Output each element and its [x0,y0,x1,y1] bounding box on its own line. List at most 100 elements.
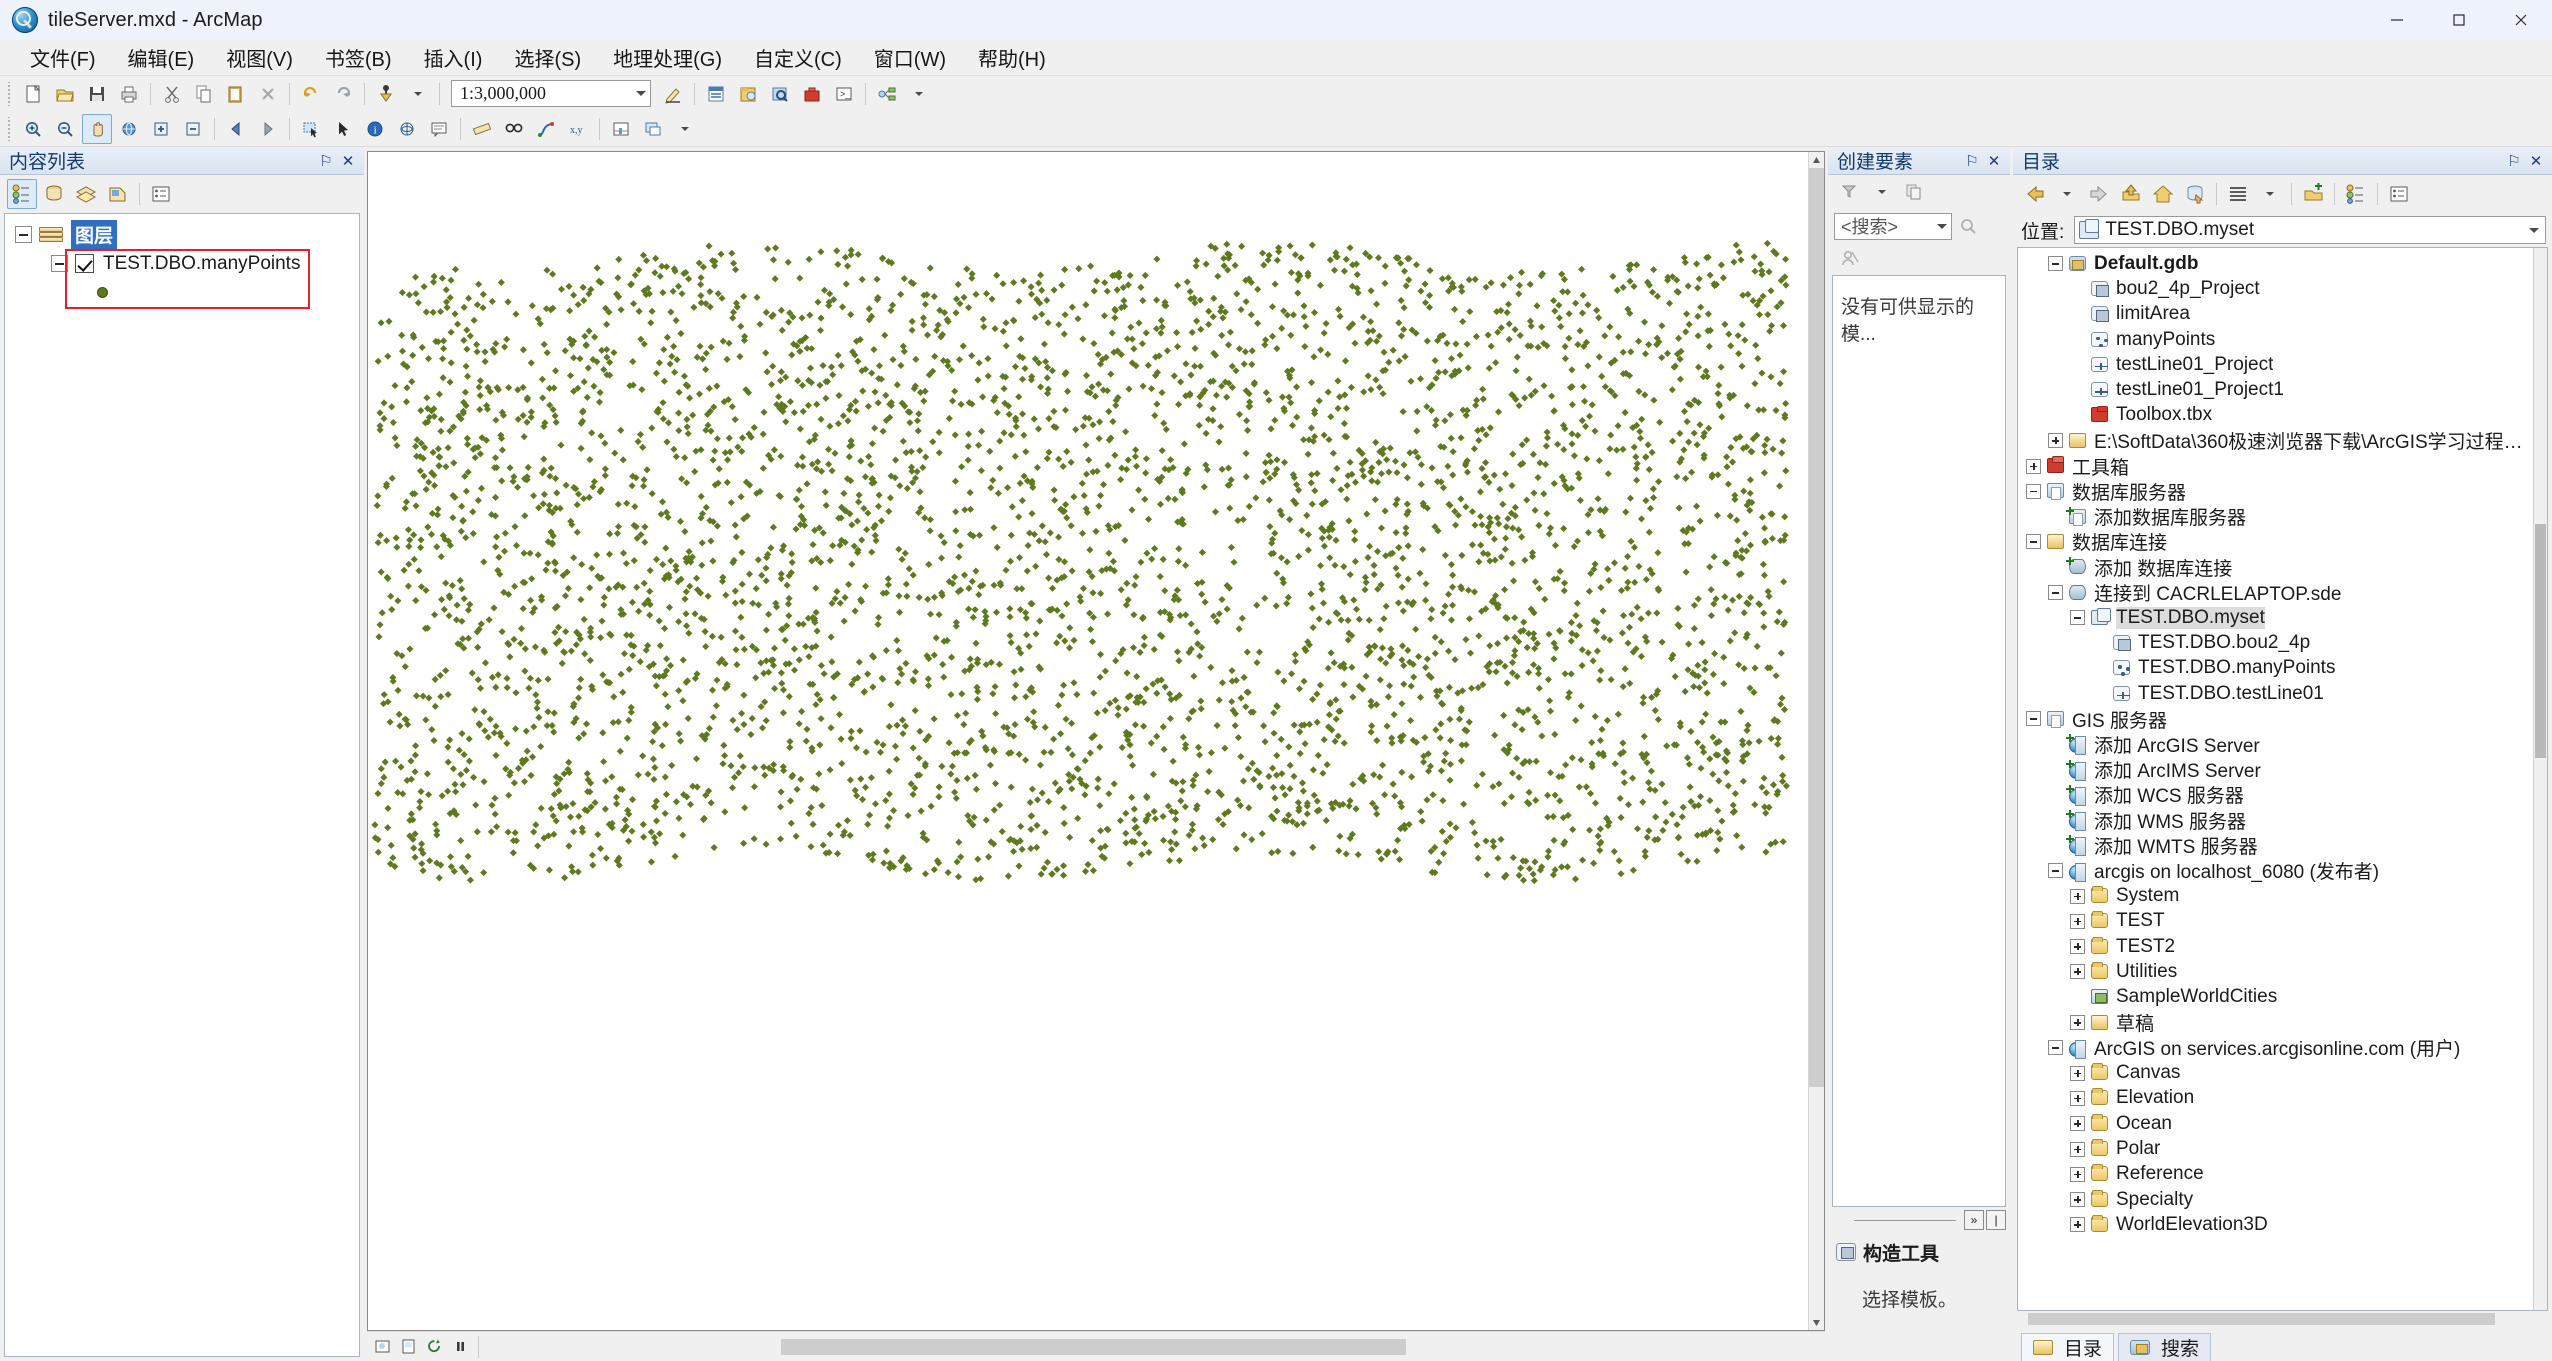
paste-icon[interactable] [221,79,251,109]
catalog-tree-item[interactable]: 数据库服务器 [2018,479,2533,504]
catalog-tree-item[interactable]: 数据库连接 [2018,529,2533,554]
expand-toggle-icon[interactable] [2070,1141,2085,1157]
refresh-icon[interactable] [421,1335,447,1359]
menu-file[interactable]: 文件(F) [14,39,112,76]
view-type-icon[interactable] [2223,179,2253,209]
pin-icon[interactable]: ⚐ [2504,151,2524,171]
print-icon[interactable] [114,79,144,109]
map-horizontal-scrollbar[interactable] [488,1337,1819,1356]
expand-toggle-icon[interactable] [2070,939,2085,955]
scrollbar-thumb[interactable] [780,1338,1407,1355]
tools-overflow-icon[interactable] [670,114,700,144]
catalog-tree-item[interactable]: TEST.DBO.bou2_4p [2018,630,2533,655]
catalog-tab-搜索[interactable]: 搜索 [2118,1333,2212,1361]
close-icon[interactable]: ✕ [1984,151,2004,171]
catalog-tree-item[interactable]: TEST.DBO.testLine01 [2018,681,2533,706]
panel-splitter[interactable]: » | [1828,1207,2010,1233]
catalog-tab-目录[interactable]: 目录 [2021,1333,2115,1361]
full-extent-icon[interactable] [114,114,144,144]
catalog-tree-item[interactable]: Default.gdb [2018,251,2533,276]
go-back-icon[interactable] [221,114,251,144]
collapse-toggle-icon[interactable] [15,226,32,243]
expand-toggle-icon[interactable] [2070,888,2085,904]
collapse-toggle-icon[interactable] [2026,534,2041,550]
pin-icon[interactable]: ⚐ [1962,151,1982,171]
catalog-tree-item[interactable]: arcgis on localhost_6080 (发布者) [2018,858,2533,883]
catalog-tree-item[interactable]: Reference [2018,1162,2533,1187]
select-elements-icon[interactable] [328,114,358,144]
forward-icon[interactable] [2084,179,2114,209]
pause-icon[interactable] [447,1335,473,1359]
collapse-toggle-icon[interactable] [2048,1040,2063,1056]
catalog-icon[interactable] [733,79,763,109]
redo-icon[interactable] [328,79,358,109]
toc-tree[interactable]: 图层 TEST.DBO.manyPoints [4,213,360,1357]
zoom-in-icon[interactable] [18,114,48,144]
chevron-down-icon[interactable] [2529,227,2539,233]
expand-toggle-icon[interactable] [2048,433,2063,449]
catalog-vertical-scrollbar[interactable] [2533,248,2547,1310]
collapse-toggle-icon[interactable] [2026,483,2041,499]
catalog-tree-item[interactable]: testLine01_Project [2018,352,2533,377]
connect-folder-icon[interactable] [2298,179,2328,209]
map-scale-combo[interactable]: 1:3,000,000 [451,80,651,107]
expand-toggle-icon[interactable] [2070,913,2085,929]
map-vertical-scrollbar[interactable] [1808,152,1824,1330]
new-document-icon[interactable] [18,79,48,109]
back-icon[interactable] [2020,179,2050,209]
chevron-down-icon[interactable] [636,91,646,96]
expand-toggle-icon[interactable] [2070,1015,2085,1031]
filter-dropdown-icon[interactable] [1867,177,1897,207]
catalog-tree-item[interactable]: TEST.DBO.myset [2018,605,2533,630]
location-combo[interactable]: TEST.DBO.myset [2074,216,2546,244]
data-view-icon[interactable] [369,1335,395,1359]
catalog-tree-item[interactable]: limitArea [2018,302,2533,327]
catalog-tree-item[interactable]: 添加 WCS 服务器 [2018,782,2533,807]
catalog-tree-item[interactable]: TEST.DBO.manyPoints [2018,656,2533,681]
catalog-tree-item[interactable]: 添加 数据库连接 [2018,555,2533,580]
chevron-down-icon[interactable] [1937,223,1947,229]
html-popup-icon[interactable] [424,114,454,144]
options-icon[interactable] [2384,179,2414,209]
collapse-chevron-icon[interactable]: » [1964,1210,1984,1230]
search-icon[interactable] [765,79,795,109]
fixed-zoom-out-icon[interactable] [178,114,208,144]
cut-icon[interactable] [157,79,187,109]
catalog-tree-item[interactable]: Utilities [2018,959,2533,984]
catalog-horizontal-scrollbar[interactable] [2017,1311,2548,1327]
list-by-drawing-order-icon[interactable] [7,179,37,209]
xy-icon[interactable]: x,y [563,114,593,144]
add-data-icon[interactable] [371,79,401,109]
create-template-icon[interactable] [1835,243,1865,273]
list-by-visibility-icon[interactable] [71,179,101,209]
catalog-tree-item[interactable]: Specialty [2018,1187,2533,1212]
filter-icon[interactable] [1835,177,1865,207]
save-icon[interactable] [82,79,112,109]
menu-view[interactable]: 视图(V) [210,39,309,76]
catalog-tree-item[interactable]: E:\SoftData\360极速浏览器下载\ArcGIS学习过程使用 [2018,428,2533,453]
select-features-icon[interactable] [296,114,326,144]
model-builder-icon[interactable] [872,79,902,109]
collapse-toggle-icon[interactable] [2026,711,2041,727]
catalog-tree-item[interactable]: manyPoints [2018,327,2533,352]
catalog-tree-item[interactable]: 连接到 CACRLELAPTOP.sde [2018,580,2533,605]
toc-root-row[interactable]: 图层 [5,220,359,249]
collapse-toggle-icon[interactable] [2048,256,2063,272]
copy-icon[interactable] [189,79,219,109]
menu-windows[interactable]: 窗口(W) [858,39,962,76]
layout-view-icon[interactable] [395,1335,421,1359]
catalog-tree-item[interactable]: WorldElevation3D [2018,1212,2533,1237]
menu-bookmarks[interactable]: 书签(B) [309,39,408,76]
catalog-tree-item[interactable]: 添加 ArcIMS Server [2018,757,2533,782]
catalog-tree-item[interactable]: bou2_4p_Project [2018,276,2533,301]
catalog-tree-item[interactable]: testLine01_Project1 [2018,377,2533,402]
close-icon[interactable]: ✕ [2526,151,2546,171]
create-viewer-window-icon[interactable] [638,114,668,144]
fixed-zoom-in-icon[interactable] [146,114,176,144]
list-by-selection-icon[interactable] [103,179,133,209]
find-icon[interactable] [499,114,529,144]
splitter-handle-icon[interactable]: | [1986,1210,2006,1230]
toolbar-grip[interactable] [6,116,14,141]
identify-icon[interactable]: i [360,114,390,144]
expand-toggle-icon[interactable] [2070,1116,2085,1132]
